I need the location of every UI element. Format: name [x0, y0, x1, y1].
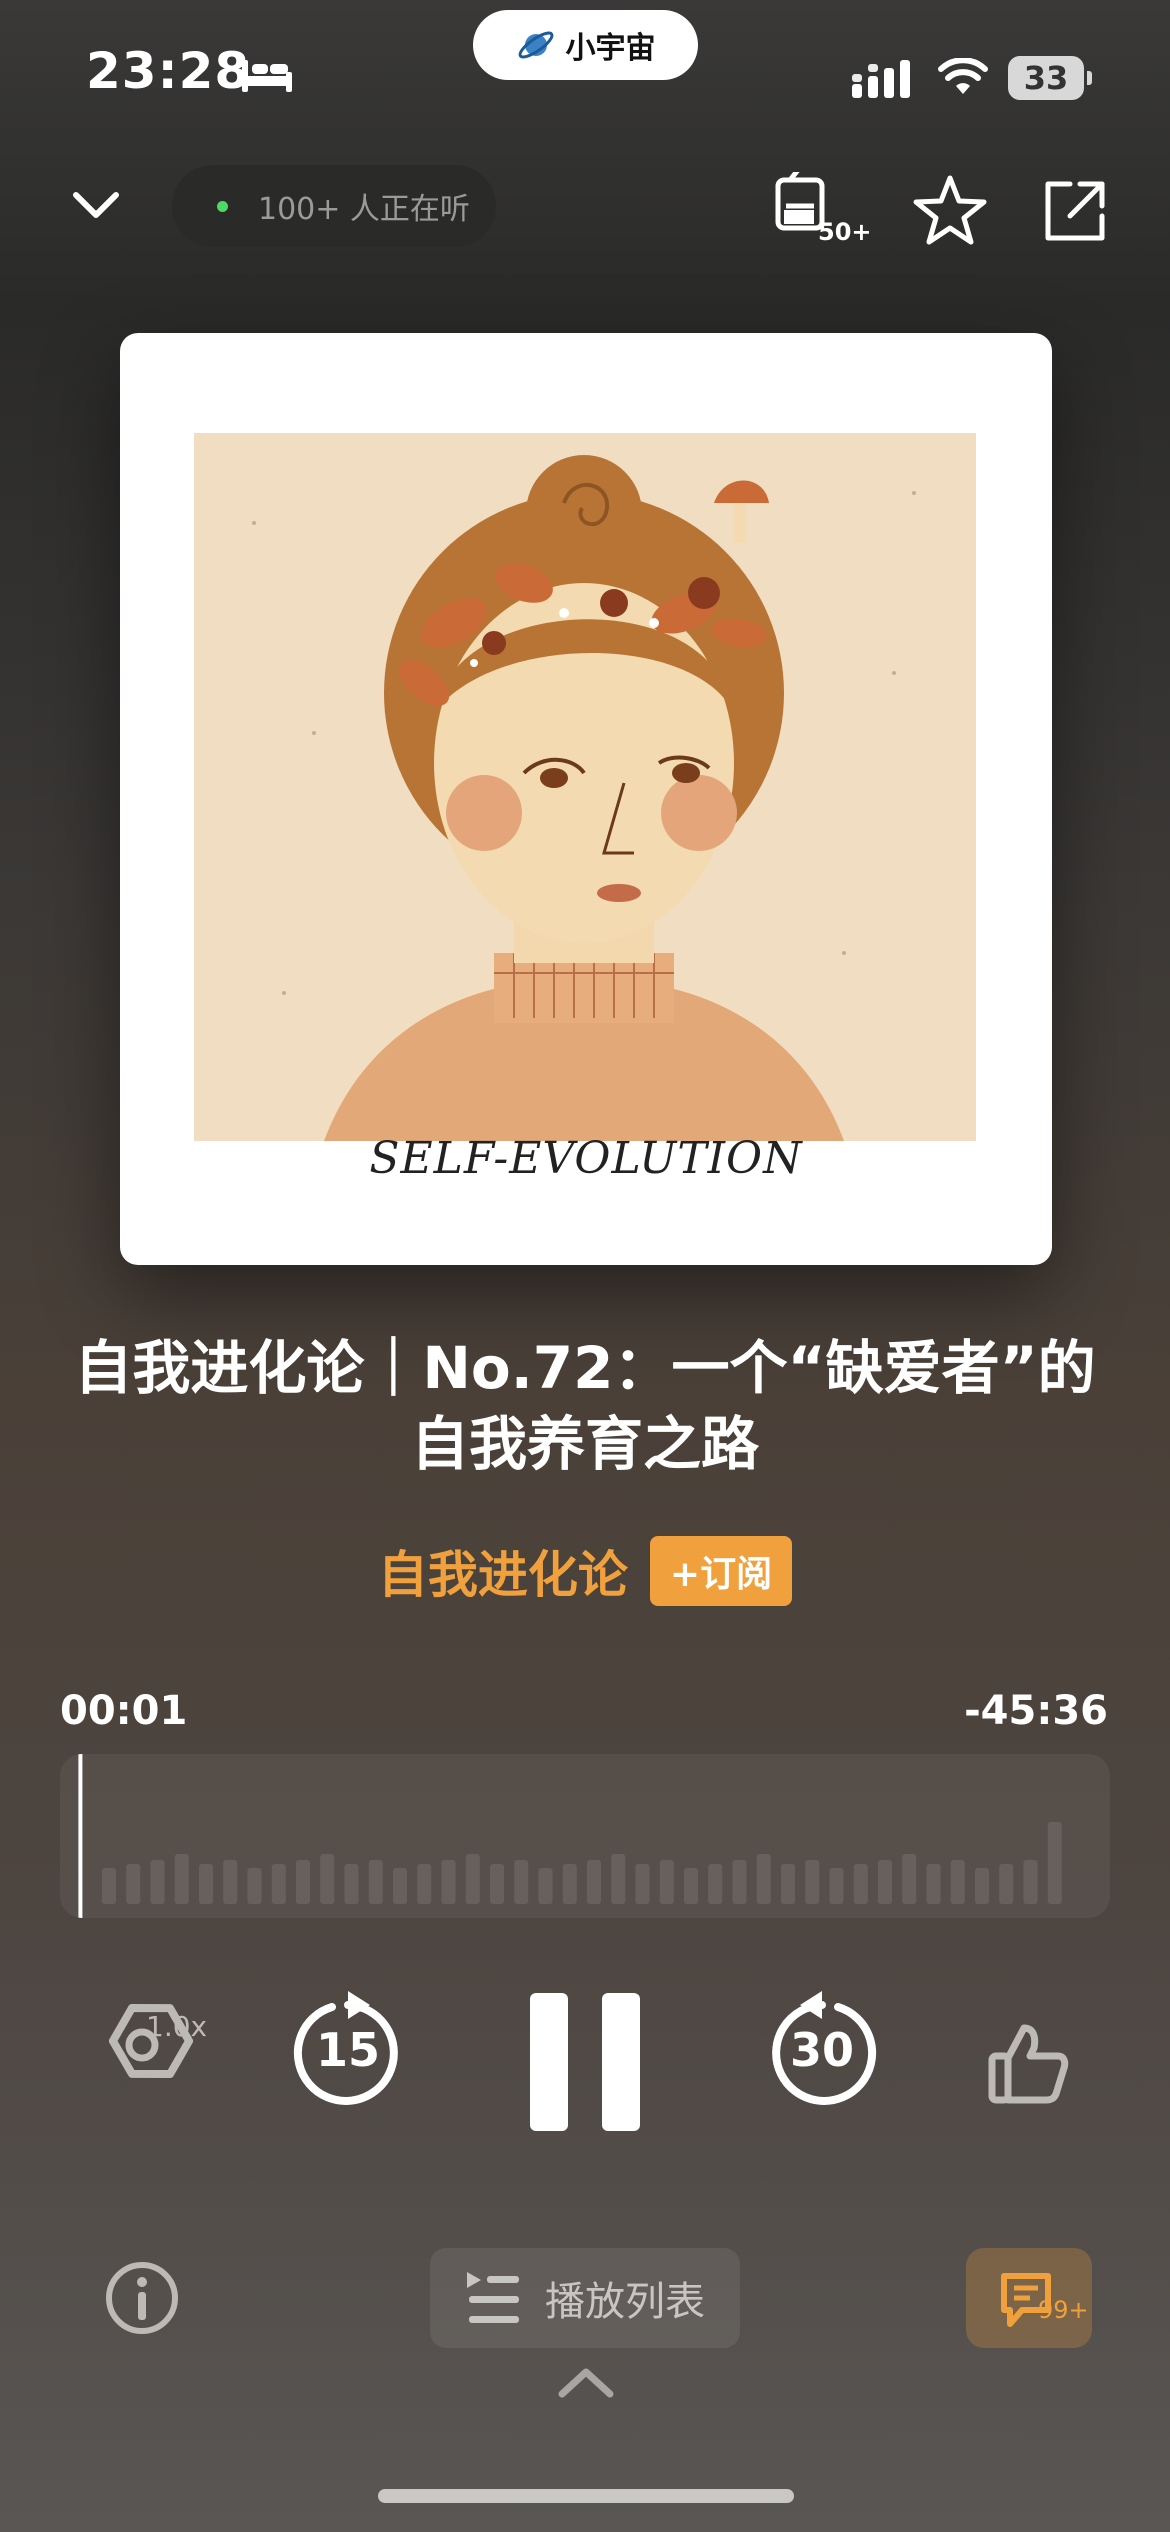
waveform-bar — [562, 1864, 577, 1904]
app-pill-label: 小宇宙 — [565, 31, 656, 66]
pause-bar-right — [602, 1993, 640, 2131]
vote-badge: 50+ — [818, 218, 872, 246]
waveform-bar — [320, 1854, 335, 1904]
waveform-bar — [296, 1860, 310, 1904]
rewind-seconds: 15 — [315, 2023, 380, 2077]
waveform-bar — [393, 1868, 407, 1904]
waveform-bar — [344, 1864, 359, 1904]
cover-illustration — [194, 433, 976, 1141]
subscribe-button[interactable]: +订阅 — [649, 1536, 793, 1606]
episode-title: 自我进化论｜No.72：一个“缺爱者”的 自我养育之路 — [60, 1330, 1110, 1482]
listeners-badge: 100+ 人正在听 — [172, 165, 496, 247]
waveform-bar — [684, 1868, 698, 1904]
forward-button[interactable]: 30 — [766, 1985, 878, 2125]
waveform-bar — [999, 1864, 1014, 1904]
battery-icon: 33 — [1008, 56, 1092, 100]
playlist-button[interactable]: 播放列表 — [430, 2248, 740, 2348]
waveform-bar — [441, 1860, 456, 1904]
waveform-bar — [975, 1868, 989, 1904]
waveform-bar — [902, 1854, 917, 1904]
waveform-bar — [805, 1860, 820, 1904]
comments-button[interactable]: 99+ — [966, 2248, 1092, 2348]
waveform-bar — [417, 1864, 432, 1904]
thumbs-up-icon — [988, 2024, 1069, 2104]
episode-title-line2: 自我养育之路 — [410, 1410, 759, 1478]
waveform-bar — [950, 1860, 965, 1904]
waveform-bar — [102, 1868, 116, 1904]
waveform-bar — [756, 1854, 771, 1904]
chevron-down-icon[interactable] — [66, 180, 126, 230]
waveform-bars — [78, 1754, 1062, 1918]
comment-count: 99+ — [1038, 2296, 1089, 2324]
waveform-scrubber[interactable] — [60, 1754, 1110, 1918]
waveform-bar — [490, 1864, 504, 1904]
info-icon[interactable] — [104, 2260, 180, 2336]
waveform-bar — [247, 1868, 262, 1904]
playhead[interactable] — [78, 1754, 83, 1918]
pause-button[interactable] — [520, 1985, 650, 2135]
waveform-bar — [829, 1868, 844, 1904]
bed-icon — [242, 60, 292, 92]
battery-level: 33 — [1008, 56, 1084, 100]
like-button[interactable] — [982, 2018, 1072, 2108]
waveform-bar — [174, 1854, 189, 1904]
star-icon[interactable] — [912, 172, 988, 248]
status-time: 23:28 — [86, 42, 251, 100]
chevron-up-icon[interactable] — [556, 2364, 616, 2400]
waveform-bar — [708, 1864, 723, 1904]
waveform-bar — [1023, 1860, 1038, 1904]
waveform-bar — [1047, 1822, 1062, 1904]
waveform-bar — [368, 1860, 383, 1904]
show-name-link[interactable]: 自我进化论 — [378, 1535, 628, 1607]
waveform-bar — [514, 1860, 529, 1904]
waveform-bar — [659, 1860, 674, 1904]
playlist-label: 播放列表 — [545, 2279, 705, 2325]
waveform-bar — [781, 1864, 795, 1904]
waveform-bar — [635, 1864, 650, 1904]
planet-icon — [518, 31, 553, 59]
wifi-icon — [938, 58, 988, 94]
vote-button[interactable]: 50+ — [772, 168, 872, 248]
waveform-bar — [878, 1860, 892, 1904]
episode-title-line1: 自我进化论｜No.72：一个“缺爱者”的 — [74, 1334, 1096, 1402]
listeners-text: 100+ 人正在听 — [258, 192, 470, 227]
cover-card: SELF-EVOLUTION — [120, 333, 1052, 1265]
waveform-bar — [538, 1868, 553, 1904]
speed-label: 1.0x — [146, 2010, 208, 2043]
share-icon[interactable] — [1036, 172, 1112, 248]
home-indicator[interactable] — [378, 2489, 794, 2503]
waveform-bar — [126, 1864, 141, 1904]
signal-icon — [852, 60, 910, 98]
waveform-bar — [926, 1864, 941, 1904]
show-row: 自我进化论 +订阅 — [0, 1535, 1170, 1607]
waveform-bar — [853, 1864, 868, 1904]
forward-seconds: 30 — [789, 2023, 854, 2077]
pause-bar-left — [530, 1993, 568, 2131]
playlist-icon — [467, 2272, 519, 2323]
waveform-bar — [199, 1864, 213, 1904]
rewind-button[interactable]: 15 — [292, 1985, 404, 2125]
waveform-bar — [465, 1854, 480, 1904]
waveform-bar — [732, 1860, 747, 1904]
app-pill[interactable]: 小宇宙 — [473, 10, 698, 80]
live-dot — [217, 200, 228, 212]
waveform-bar — [611, 1854, 626, 1904]
waveform-bar — [587, 1860, 601, 1904]
waveform-bar — [150, 1860, 165, 1904]
waveform-bar — [271, 1864, 286, 1904]
time-remaining: -45:36 — [964, 1688, 1108, 1734]
cover-caption: SELF-EVOLUTION — [369, 1133, 803, 1184]
waveform-bar — [223, 1860, 238, 1904]
time-elapsed: 00:01 — [60, 1688, 188, 1734]
